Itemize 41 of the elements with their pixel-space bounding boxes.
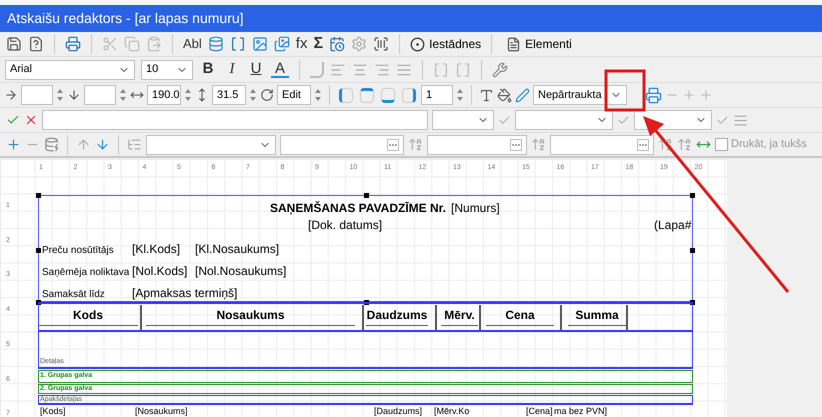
data-field: [Nol.Nosaukums]: [195, 262, 286, 280]
data-field: [Nosaukums]: [135, 406, 188, 416]
underline-button[interactable]: U: [247, 58, 265, 81]
font-dropdown[interactable]: Arial: [5, 60, 135, 80]
data-field: [Kods]: [40, 406, 66, 416]
window-title: Atskaišu redaktors - [ar lapas numuru]: [7, 9, 244, 28]
formula-tool[interactable]: fx: [296, 32, 308, 56]
column-header: Cena: [486, 306, 554, 326]
data-field: ma bez PVN]: [554, 406, 608, 416]
font-size-dropdown[interactable]: 10: [141, 60, 193, 80]
font-color-button[interactable]: A: [271, 61, 289, 78]
data-field: [Mērv.Ko: [434, 406, 470, 416]
height-field[interactable]: 31.5: [212, 85, 246, 105]
bold-button[interactable]: B: [199, 58, 217, 81]
sum-tool[interactable]: Σ: [313, 32, 324, 56]
mode-field[interactable]: Edit: [277, 85, 311, 105]
column-header: Mērv.: [441, 306, 478, 326]
elements-button[interactable]: Elementi: [506, 35, 572, 53]
date-field: [Dok. datums]: [308, 216, 382, 234]
number-field: [Numurs]: [451, 199, 500, 217]
data-field: [Nol.Kods]: [132, 262, 188, 280]
data-field: [Daudzums]: [374, 406, 422, 416]
data-field: [Cena]: [526, 406, 553, 416]
text-field-tool[interactable]: Abl: [183, 34, 202, 54]
page-number-field: (Lapa#: [654, 216, 692, 234]
data-field: [Apmaksas termiņš]: [132, 284, 238, 302]
settings-button[interactable]: Iestādnes: [410, 35, 482, 53]
page-break-dropdown[interactable]: Nepārtraukta: [533, 85, 627, 105]
report-title: SAŅEMŠANAS PAVADZĪME Nr.: [270, 200, 446, 217]
width-field[interactable]: 190.0: [147, 85, 181, 105]
column-header: Nosaukums: [146, 306, 355, 326]
column-header: Summa: [568, 306, 626, 326]
column-header: Kods: [38, 306, 138, 326]
data-field: [Kl.Nosaukums]: [195, 240, 280, 258]
data-field: [Kl.Kods]: [132, 240, 180, 258]
column-header: Daudzums: [366, 306, 428, 326]
italic-button[interactable]: I: [223, 58, 241, 81]
field-label: Saņēmēja noliktava: [42, 266, 130, 280]
field-label: Preču nosūtītājs: [42, 244, 114, 258]
field-label: Samaksāt līdz: [42, 288, 105, 302]
border-width-field[interactable]: 1: [421, 85, 453, 105]
